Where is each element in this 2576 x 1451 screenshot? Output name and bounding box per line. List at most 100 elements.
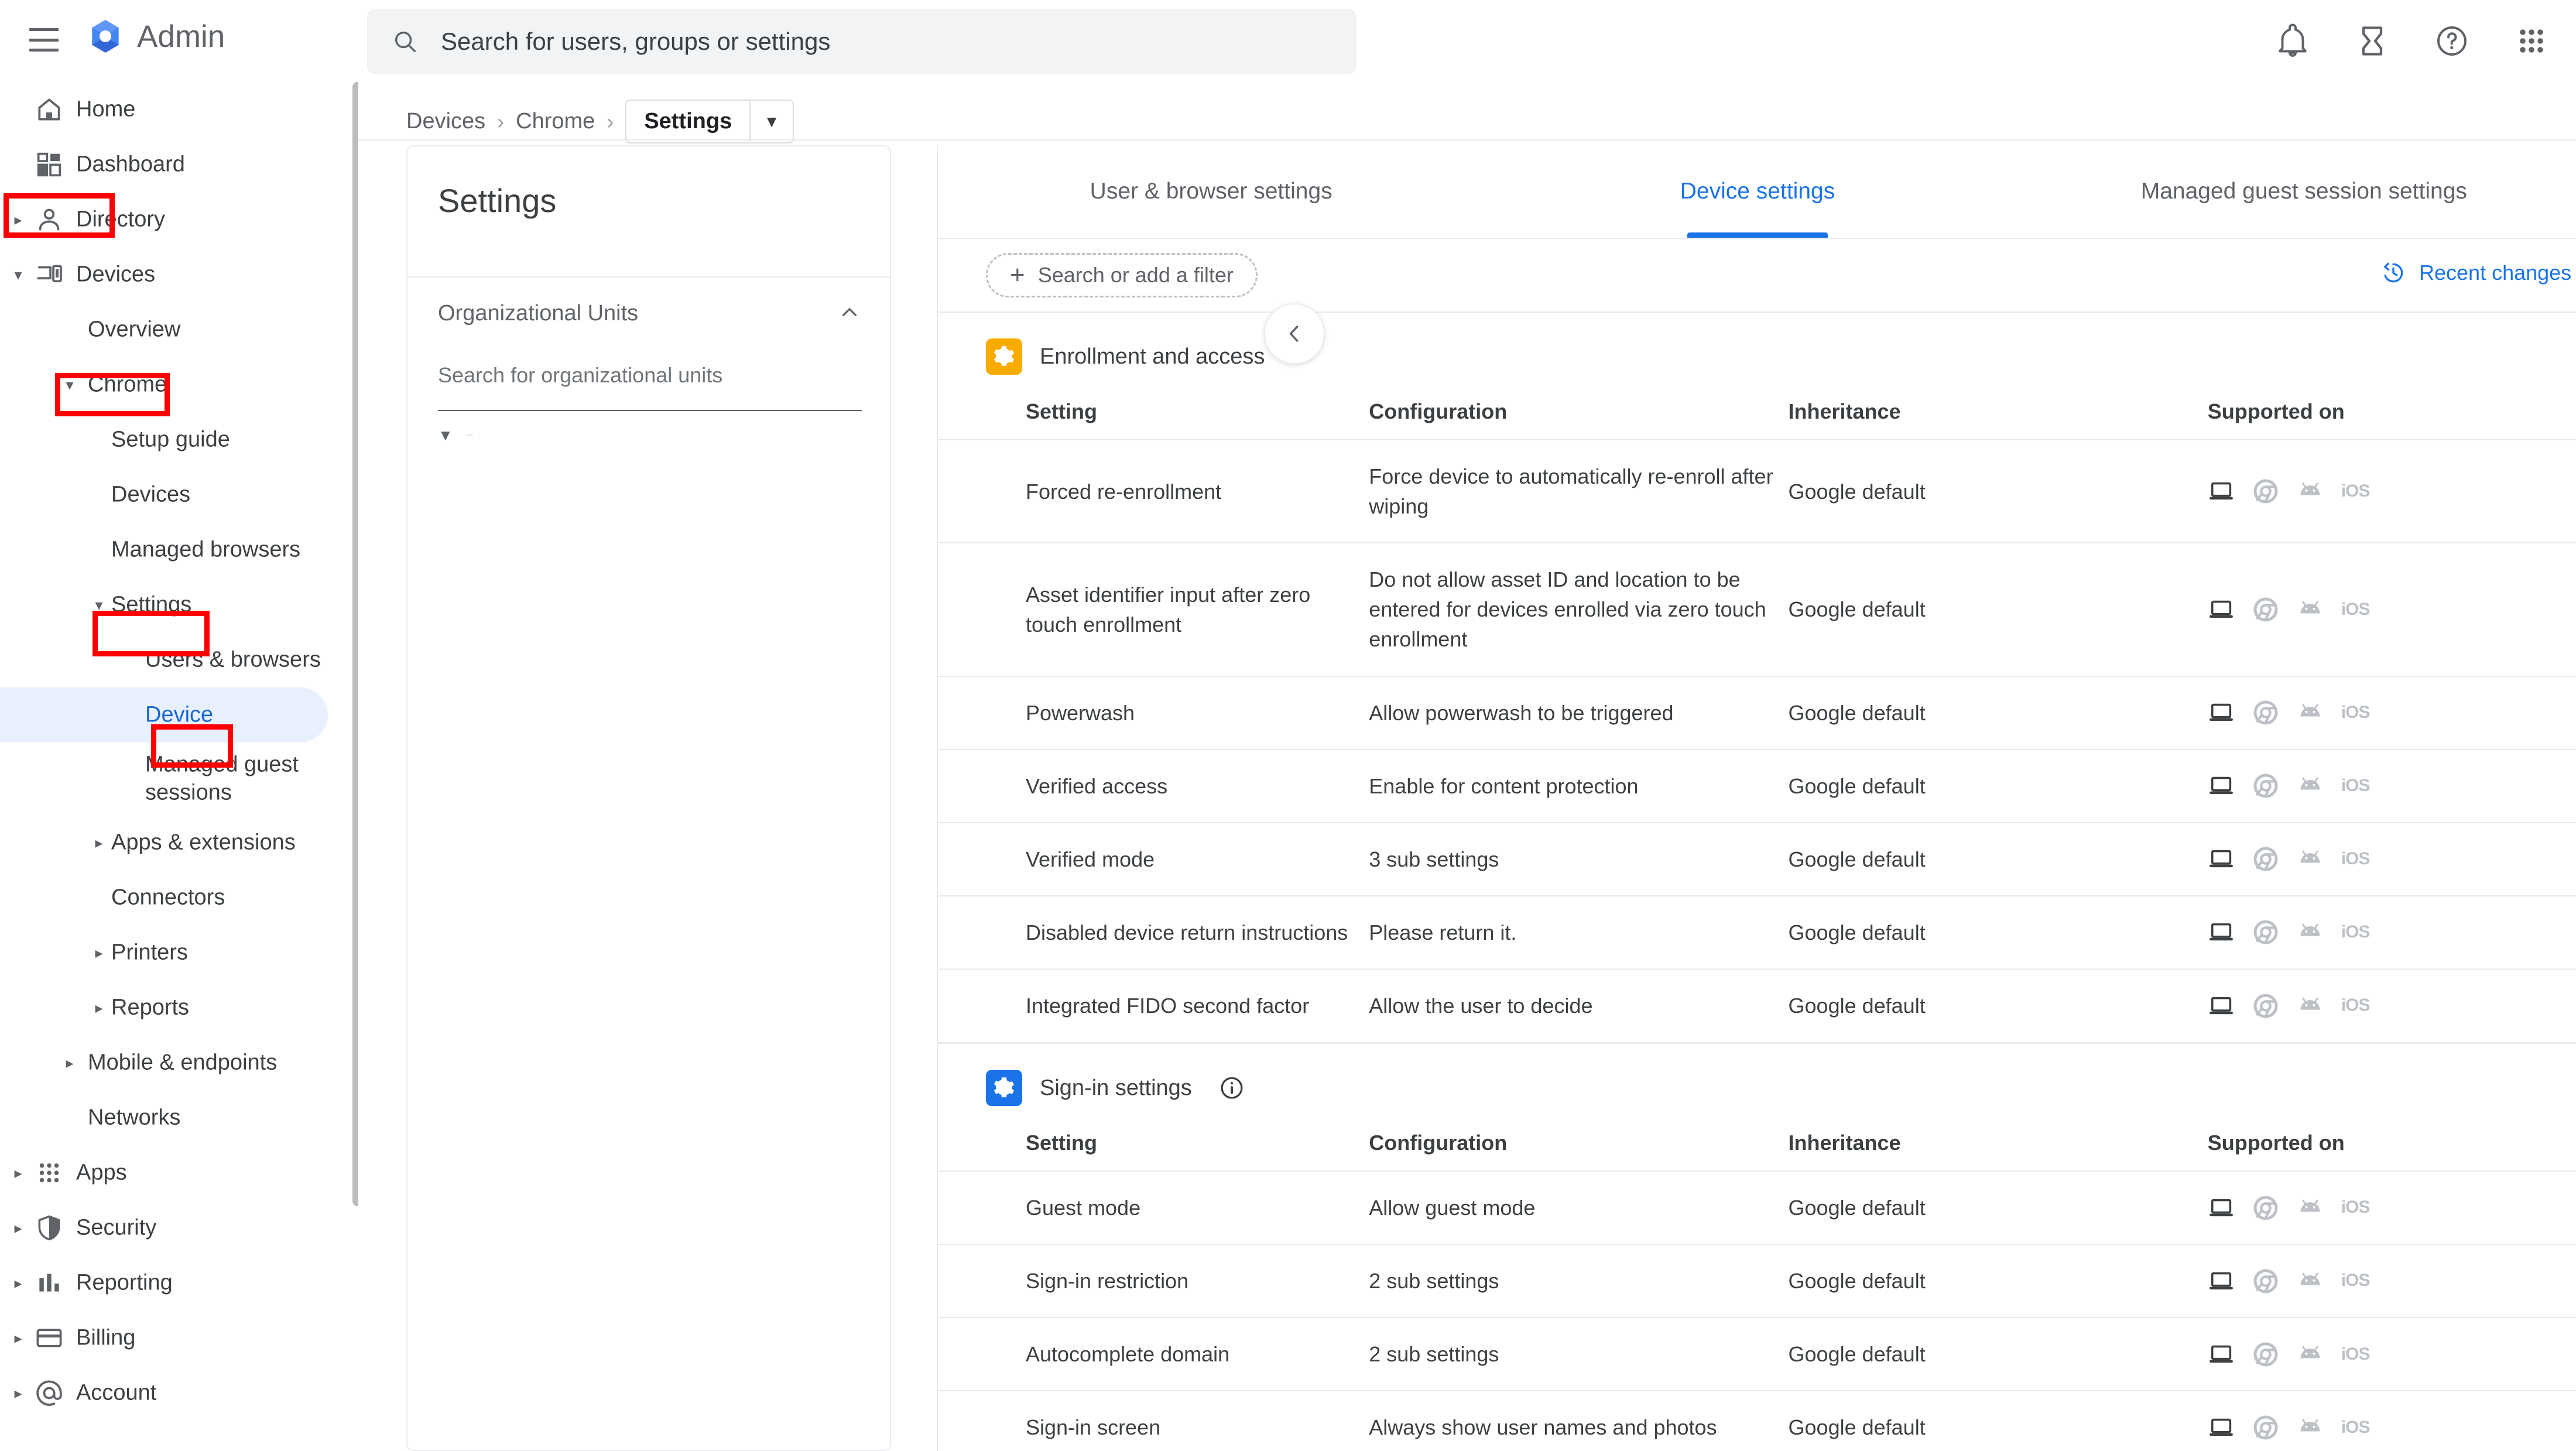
sidebar-item-directory[interactable]: ▸ Directory — [0, 192, 358, 247]
triangle-down-icon[interactable]: ▼ — [438, 427, 453, 443]
table-row[interactable]: Asset identifier input after zero touch … — [938, 543, 2576, 677]
sidebar-item-dashboard[interactable]: Dashboard — [0, 137, 358, 192]
table-row[interactable]: Powerwash Allow powerwash to be triggered… — [938, 676, 2576, 750]
info-icon[interactable] — [1219, 1075, 1245, 1101]
sidebar-item-label: Setup guide — [111, 427, 230, 452]
setting-name-cell[interactable]: Integrated FIDO second factor — [938, 969, 1358, 1043]
setting-name-cell[interactable]: Disabled device return instructions — [938, 895, 1358, 970]
table-row[interactable]: Integrated FIDO second factor Allow the u… — [938, 969, 2576, 1043]
recent-changes-button[interactable]: Recent changes — [2380, 260, 2571, 286]
sidebar-item-apps-extensions[interactable]: ▸ Apps & extensions — [0, 815, 358, 870]
breadcrumb: Devices › Chrome › Settings ▼ — [406, 100, 794, 143]
collapse-panel-button[interactable] — [1264, 303, 1325, 364]
sidebar-item-devices[interactable]: ▾ Devices — [0, 247, 358, 302]
triangle-right-icon[interactable]: ▸ — [89, 835, 109, 850]
settings-section: Sign-in settings Setting Configuration Inhe… — [938, 1043, 2576, 1451]
column-header-inheritance: Inheritance — [1776, 393, 2196, 440]
breadcrumb-item-chrome[interactable]: Chrome — [516, 109, 595, 134]
tab-user-browser-settings[interactable]: User & browser settings — [938, 145, 1484, 238]
supported-on-cell: iOS — [2195, 1317, 2576, 1392]
search-input[interactable]: Search for users, groups or settings — [441, 28, 830, 56]
chevron-down-icon[interactable]: ▼ — [749, 101, 793, 142]
sidebar-item-reporting[interactable]: ▸ Reporting — [0, 1255, 358, 1310]
sidebar-item-printers[interactable]: ▸ Printers — [0, 925, 358, 980]
sidebar-item-device[interactable]: Device — [0, 687, 328, 742]
breadcrumb-item-devices[interactable]: Devices — [406, 109, 485, 134]
organizational-units-header[interactable]: Organizational Units — [438, 300, 862, 327]
setting-name-cell[interactable]: Autocomplete domain — [938, 1317, 1358, 1392]
ou-tree-root-node[interactable]: ▼ — [438, 427, 473, 443]
setting-name-cell[interactable]: Guest mode — [938, 1171, 1358, 1245]
sidebar-item-home[interactable]: Home — [0, 82, 358, 137]
global-search-bar[interactable]: Search for users, groups or settings — [367, 9, 1356, 74]
triangle-right-icon[interactable]: ▸ — [89, 1000, 109, 1015]
setting-name-cell[interactable]: Verified access — [938, 749, 1358, 823]
ou-name-redacted[interactable] — [465, 434, 473, 436]
hourglass-icon[interactable] — [2352, 21, 2392, 61]
sidebar-item-apps[interactable]: ▸ Apps — [0, 1145, 358, 1200]
chrome-browser-icon — [2253, 1269, 2278, 1293]
sidebar-item-chrome[interactable]: ▾ Chrome — [0, 357, 358, 412]
triangle-right-icon[interactable]: ▸ — [89, 945, 109, 960]
inheritance-cell: Google default — [1776, 749, 2196, 823]
sidebar-item-setup-guide[interactable]: Setup guide — [0, 412, 358, 467]
breadcrumb-current-dropdown[interactable]: Settings ▼ — [625, 100, 794, 143]
table-row[interactable]: Sign-in restriction 2 sub settings Google … — [938, 1244, 2576, 1319]
sidebar-item-account[interactable]: ▸ Account — [0, 1366, 358, 1421]
android-platform-icon — [2297, 772, 2324, 799]
card-divider — [407, 276, 890, 278]
table-row[interactable]: Verified access Enable for content protec… — [938, 749, 2576, 823]
setting-name-cell[interactable]: Powerwash — [938, 676, 1358, 750]
triangle-right-icon[interactable]: ▸ — [8, 1165, 28, 1180]
triangle-right-icon[interactable]: ▸ — [60, 1055, 80, 1070]
ou-search-input[interactable]: Search for organizational units — [438, 363, 862, 411]
brand[interactable]: Admin — [87, 18, 225, 55]
sidebar-item-connectors[interactable]: Connectors — [0, 870, 358, 925]
sidebar-item-users-browsers[interactable]: Users & browsers — [0, 632, 358, 687]
chevron-up-icon[interactable] — [837, 300, 862, 327]
android-platform-icon — [2297, 1414, 2324, 1441]
breadcrumb-current-label: Settings — [644, 109, 732, 134]
triangle-right-icon[interactable]: ▸ — [8, 1385, 28, 1401]
chrome-browser-icon — [2253, 847, 2278, 871]
add-filter-button[interactable]: + Search or add a filter — [986, 253, 1258, 297]
setting-name-cell[interactable]: Verified mode — [938, 822, 1358, 896]
triangle-right-icon[interactable]: ▸ — [8, 212, 28, 227]
tab-label: User & browser settings — [1090, 179, 1332, 204]
table-row[interactable]: Disabled device return instructions Pleas… — [938, 895, 2576, 970]
triangle-down-icon[interactable]: ▾ — [89, 597, 109, 612]
table-row[interactable]: Verified mode 3 sub settings Google defaul… — [938, 822, 2576, 896]
triangle-right-icon[interactable]: ▸ — [8, 1330, 28, 1346]
hamburger-icon[interactable] — [29, 28, 59, 52]
setting-name-cell[interactable]: Forced re-enrollment — [938, 440, 1358, 544]
setting-name-cell[interactable]: Asset identifier input after zero touch … — [938, 543, 1358, 677]
sidebar-item-overview[interactable]: Overview — [0, 302, 358, 357]
sidebar-item-networks[interactable]: Networks — [0, 1090, 358, 1145]
sidebar-item-managed-guest-sessions[interactable]: Managed guest sessions — [0, 742, 358, 815]
sidebar-item-reports[interactable]: ▸ Reports — [0, 980, 358, 1035]
notifications-bell-icon[interactable] — [2273, 21, 2313, 61]
tab-managed-guest-session-settings[interactable]: Managed guest session settings — [2031, 145, 2576, 238]
apps-grid-icon[interactable] — [2512, 21, 2551, 61]
chrome-browser-icon — [2253, 700, 2278, 725]
table-row[interactable]: Forced re-enrollment Force device to auto… — [938, 440, 2576, 544]
triangle-down-icon[interactable]: ▾ — [8, 267, 28, 282]
triangle-right-icon[interactable]: ▸ — [8, 1220, 28, 1236]
triangle-down-icon[interactable]: ▾ — [60, 377, 80, 392]
table-row[interactable]: Autocomplete domain 2 sub settings Google … — [938, 1317, 2576, 1392]
sidebar-item-billing[interactable]: ▸ Billing — [0, 1310, 358, 1366]
setting-name-cell[interactable]: Sign-in restriction — [938, 1244, 1358, 1319]
triangle-right-icon[interactable]: ▸ — [8, 1275, 28, 1291]
sidebar-item-devices[interactable]: Devices — [0, 467, 358, 522]
tab-device-settings[interactable]: Device settings — [1484, 145, 2030, 238]
chrome-browser-icon — [2253, 1196, 2278, 1220]
chromeos-laptop-icon — [2209, 923, 2233, 941]
sidebar-item-mobile-endpoints[interactable]: ▸ Mobile & endpoints — [0, 1035, 358, 1090]
sidebar-item-settings[interactable]: ▾ Settings — [0, 577, 358, 632]
setting-name-cell[interactable]: Sign-in screen — [938, 1391, 1358, 1451]
sidebar-item-security[interactable]: ▸ Security — [0, 1200, 358, 1255]
sidebar-item-managed-browsers[interactable]: Managed browsers — [0, 522, 358, 577]
help-question-icon[interactable] — [2432, 21, 2472, 61]
table-row[interactable]: Guest mode Allow guest mode Google default… — [938, 1171, 2576, 1245]
table-row[interactable]: Sign-in screen Always show user names and… — [938, 1391, 2576, 1451]
